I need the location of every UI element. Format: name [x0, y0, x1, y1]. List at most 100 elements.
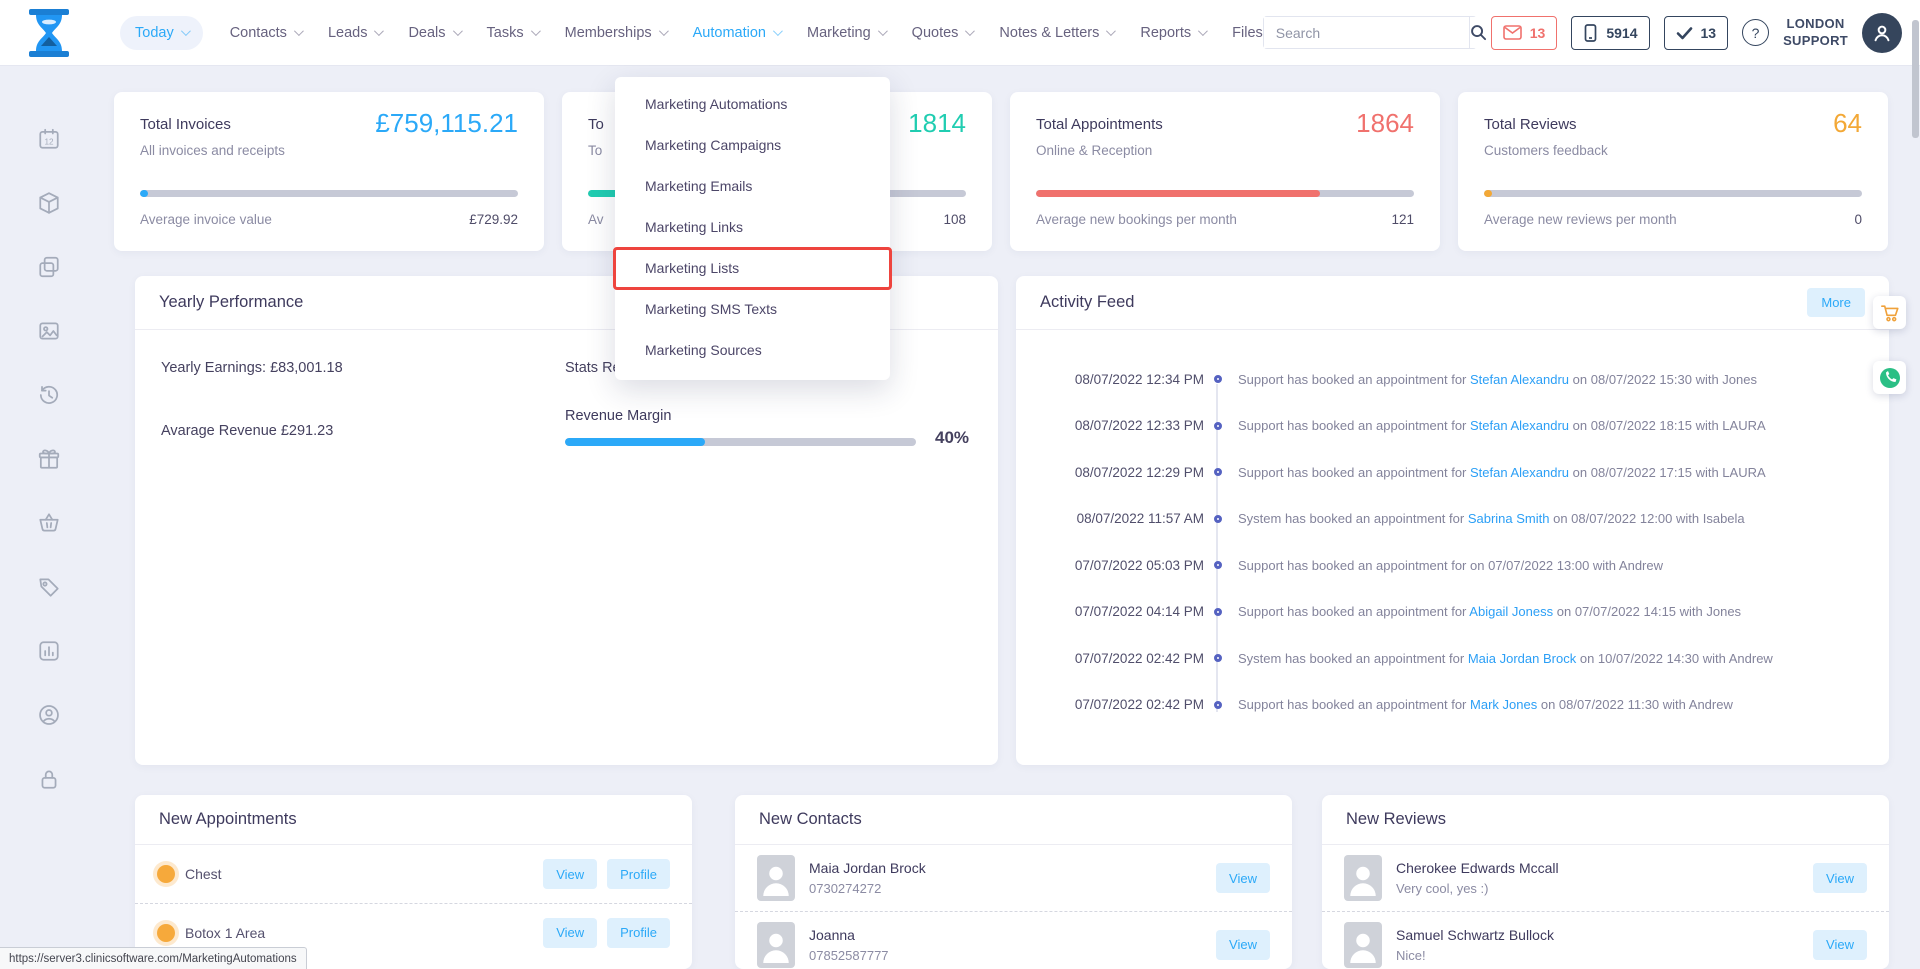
entry-time: 07/07/2022 02:42 PM: [1040, 697, 1204, 712]
help-button[interactable]: ?: [1742, 19, 1769, 46]
package-icon[interactable]: [37, 191, 61, 215]
chevron-down-icon: [1198, 26, 1208, 36]
review-text: Very cool, yes :): [1396, 881, 1559, 896]
view-button[interactable]: View: [1216, 863, 1270, 893]
menu-item-marketing-lists[interactable]: Marketing Lists: [615, 247, 890, 288]
card-footer-value: £729.92: [469, 212, 518, 227]
card-subtitle: Online & Reception: [1036, 143, 1152, 158]
search-input[interactable]: [1264, 17, 1469, 48]
contact-link[interactable]: Abigail Joness: [1469, 604, 1553, 619]
check-icon: [1676, 26, 1693, 40]
contact-link[interactable]: Sabrina Smith: [1468, 511, 1550, 526]
contact-link[interactable]: Stefan Alexandru: [1470, 465, 1569, 480]
activity-entry: 08/07/2022 12:29 PM Support has booked a…: [1040, 449, 1869, 496]
contact-link[interactable]: Stefan Alexandru: [1470, 372, 1569, 387]
view-button[interactable]: View: [1813, 930, 1867, 960]
nav-automation[interactable]: Automation: [693, 25, 780, 41]
tag-icon[interactable]: [37, 575, 61, 599]
mail-icon: [1503, 25, 1522, 40]
card-footer-value: 108: [943, 212, 966, 227]
menu-item-marketing-campaigns[interactable]: Marketing Campaigns: [615, 124, 890, 165]
card-footer-label: Av: [588, 212, 604, 227]
nav-notes-letters[interactable]: Notes & Letters: [999, 25, 1113, 41]
gift-icon[interactable]: [37, 447, 61, 471]
profile-button[interactable]: Profile: [607, 918, 670, 948]
contact-link[interactable]: Maia Jordan Brock: [1468, 651, 1576, 666]
nav-tasks[interactable]: Tasks: [487, 25, 538, 41]
image-icon[interactable]: [37, 319, 61, 343]
nav-contacts[interactable]: Contacts: [230, 25, 301, 41]
entry-time: 07/07/2022 05:03 PM: [1040, 558, 1204, 573]
bar-chart-icon[interactable]: [37, 639, 61, 663]
support-icon[interactable]: [37, 703, 61, 727]
card-subtitle: To: [588, 143, 602, 158]
appointment-label: Botox 1 Area: [185, 925, 265, 941]
total-appointments-card: Total Appointments Online & Reception 18…: [1010, 92, 1440, 251]
activity-entry: 08/07/2022 12:34 PM Support has booked a…: [1040, 356, 1869, 403]
view-button[interactable]: View: [1813, 863, 1867, 893]
menu-item-marketing-sources[interactable]: Marketing Sources: [615, 329, 890, 370]
more-button[interactable]: More: [1807, 288, 1865, 317]
contact-link[interactable]: Mark Jones: [1470, 697, 1537, 712]
shopping-cart-icon: [1880, 303, 1900, 323]
tasks-badge[interactable]: 13: [1664, 16, 1729, 50]
entry-time: 07/07/2022 04:14 PM: [1040, 604, 1204, 619]
shopping-basket-icon[interactable]: [37, 511, 61, 535]
timeline-dot-icon: [1214, 561, 1222, 569]
contact-link[interactable]: Stefan Alexandru: [1470, 418, 1569, 433]
card-footer-label: Average new bookings per month: [1036, 212, 1237, 227]
profile-button[interactable]: Profile: [607, 859, 670, 889]
user-avatar[interactable]: [1862, 13, 1902, 53]
phone-call-icon: [1879, 367, 1901, 389]
review-text: Nice!: [1396, 948, 1554, 963]
sidebar: 12: [0, 65, 98, 969]
lock-icon[interactable]: [37, 767, 61, 791]
search-button[interactable]: [1469, 17, 1487, 48]
new-reviews-panel: New Reviews Cherokee Edwards Mccall Very…: [1322, 795, 1889, 969]
chevron-down-icon: [374, 26, 384, 36]
avatar-placeholder-icon: [1344, 855, 1382, 901]
nav-memberships[interactable]: Memberships: [565, 25, 666, 41]
nav-marketing[interactable]: Marketing: [807, 25, 885, 41]
stats-refreshed: Stats Re: [565, 360, 621, 376]
menu-item-marketing-emails[interactable]: Marketing Emails: [615, 165, 890, 206]
activity-entry: 07/07/2022 02:42 PM Support has booked a…: [1040, 682, 1869, 729]
cart-float-button[interactable]: [1873, 296, 1906, 329]
card-title: To: [588, 116, 604, 133]
nav-today[interactable]: Today: [120, 16, 203, 50]
timeline-dot-icon: [1214, 701, 1222, 709]
status-url-bar: https://server3.clinicsoftware.com/Marke…: [0, 947, 307, 969]
automation-dropdown-menu: Marketing Automations Marketing Campaign…: [615, 77, 890, 380]
menu-item-marketing-automations[interactable]: Marketing Automations: [615, 83, 890, 124]
timeline-dot-icon: [1214, 608, 1222, 616]
phone-badge[interactable]: 5914: [1571, 16, 1649, 50]
nav-quotes[interactable]: Quotes: [912, 25, 973, 41]
mail-badge[interactable]: 13: [1491, 16, 1558, 50]
review-row: Samuel Schwartz Bullock Nice! View: [1322, 911, 1889, 969]
scrollbar-thumb[interactable]: [1912, 20, 1919, 138]
view-button[interactable]: View: [543, 918, 597, 948]
timeline-dot-icon: [1214, 654, 1222, 662]
phone-float-button[interactable]: [1873, 361, 1906, 394]
total-reviews-card: Total Reviews Customers feedback 64 Aver…: [1458, 92, 1888, 251]
app-logo-icon[interactable]: [28, 9, 70, 57]
nav-leads[interactable]: Leads: [328, 25, 382, 41]
chevron-down-icon: [452, 26, 462, 36]
view-button[interactable]: View: [543, 859, 597, 889]
card-title: Total Reviews: [1484, 116, 1577, 133]
card-value: £759,115.21: [375, 108, 518, 139]
panel-header: New Reviews: [1322, 795, 1889, 845]
calendar-icon[interactable]: 12: [37, 127, 61, 151]
view-button[interactable]: View: [1216, 930, 1270, 960]
nav-deals[interactable]: Deals: [408, 25, 459, 41]
entry-text: Support has booked an appointment for St…: [1238, 372, 1757, 387]
nav-files[interactable]: Files: [1232, 25, 1263, 41]
copy-icon[interactable]: [37, 255, 61, 279]
nav-reports[interactable]: Reports: [1140, 25, 1205, 41]
history-icon[interactable]: [37, 383, 61, 407]
menu-item-marketing-sms-texts[interactable]: Marketing SMS Texts: [615, 288, 890, 329]
menu-item-marketing-links[interactable]: Marketing Links: [615, 206, 890, 247]
topbar: Today Contacts Leads Deals Tasks Members…: [0, 0, 1920, 65]
chevron-down-icon: [294, 26, 304, 36]
timeline-dot-icon: [1214, 515, 1222, 523]
